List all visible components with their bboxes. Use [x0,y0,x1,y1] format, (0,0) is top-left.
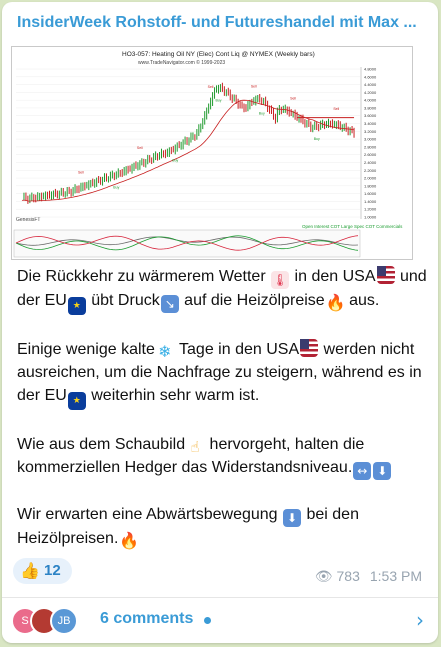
price-label: 2.4000 [364,160,377,165]
comments-label[interactable]: 6 comments [100,610,193,628]
eye-icon: 👁 [314,569,333,585]
buy-signal: Buy [259,112,265,116]
chart-corner-label: GenesisFT [16,217,40,223]
chart-subheader: www.TradeNavigator.com © 1999-2023 [138,59,225,66]
price-label: 2.8000 [364,144,377,149]
fire-icon: 🔥 [325,293,346,312]
channel-title[interactable]: InsiderWeek Rohstoff- und Futureshandel … [17,14,427,32]
flag-eu-icon: ★ [67,297,86,315]
message-text: Die Rückkehr zu wärmerem Wetter 🌡 in den… [17,265,432,573]
sell-signal: Sell [137,146,143,150]
avatar: JB [50,607,78,635]
arrow-icon: ↘ [160,295,179,313]
chart-legend: Open Interest COT Large Spec COT Commerc… [302,224,403,229]
message-paragraph: Wie aus dem Schaubild ☝ hervorgeht, halte… [17,433,432,480]
comments-bar[interactable]: S JB 6 comments › [2,598,438,643]
flag-us-icon [300,339,319,357]
price-label: 1.4000 [364,199,377,204]
price-label: 1.8000 [364,183,377,188]
price-label: 3.6000 [364,113,377,118]
message-meta: 👁 783 1:53 PM [315,568,422,585]
arrow-icon: ⬇ [373,462,392,480]
message-paragraph: Die Rückkehr zu wärmerem Wetter 🌡 in den… [17,265,432,315]
price-label: 2.2000 [364,168,377,173]
unread-dot [204,617,211,624]
price-label: 3.0000 [364,137,377,142]
flag-eu-icon: ★ [67,392,86,410]
fire-icon: 🔥 [119,531,140,550]
hand-icon: ☝ [190,438,200,456]
chart-header: HO3-057: Heating Oil NY (Elec) Cont Liq … [122,51,315,58]
chevron-right-icon[interactable]: › [416,608,424,632]
price-label: 4.4000 [364,82,377,87]
message-card: InsiderWeek Rohstoff- und Futureshandel … [2,2,438,643]
reaction-button[interactable]: 👍 12 [13,558,72,584]
price-label: 1.0000 [364,215,377,220]
price-label: 4.8000 [364,67,377,72]
arrow-icon: ↔ [353,462,372,480]
cot-panel [13,229,361,258]
cold-icon: ❄ [158,342,172,361]
view-count: 783 [336,568,360,584]
sell-signal: Sell [251,85,257,89]
arrow-icon: ⬇ [283,509,302,527]
flag-us-icon [376,266,395,284]
buy-signal: Buy [314,137,320,141]
sell-signal: Sell [78,170,84,174]
buy-signal: Buy [215,99,221,103]
reaction-count: 12 [44,562,61,579]
price-label: 2.6000 [364,152,377,157]
price-label: 1.6000 [364,191,377,196]
price-label: 2.0000 [364,176,377,181]
message-paragraph: Wir erwarten eine Abwärtsbewegung ⬇ bei … [17,506,359,550]
thermo-icon: 🌡 [271,271,290,289]
message-time: 1:53 PM [369,568,422,584]
price-label: 4.6000 [364,74,377,79]
thumbs-up-icon: 👍 [20,561,40,580]
sell-signal: Sell [333,107,339,111]
price-label: 3.8000 [364,105,377,110]
chart-image[interactable]: HO3-057: Heating Oil NY (Elec) Cont Liq … [11,46,413,260]
sell-signal: Sell [290,97,296,101]
price-label: 3.4000 [364,121,377,126]
buy-signal: Buy [172,158,178,162]
sell-signal: Sell [208,85,214,89]
price-label: 3.2000 [364,129,377,134]
price-label: 4.0000 [364,98,377,103]
price-label: 4.2000 [364,90,377,95]
buy-signal: Buy [113,186,119,190]
price-label: 1.2000 [364,207,377,212]
heating-oil-chart: HO3-057: Heating Oil NY (Elec) Cont Liq … [12,47,412,259]
message-paragraph: Einige wenige kalte ❄ Tage in den USA wer… [17,338,432,410]
